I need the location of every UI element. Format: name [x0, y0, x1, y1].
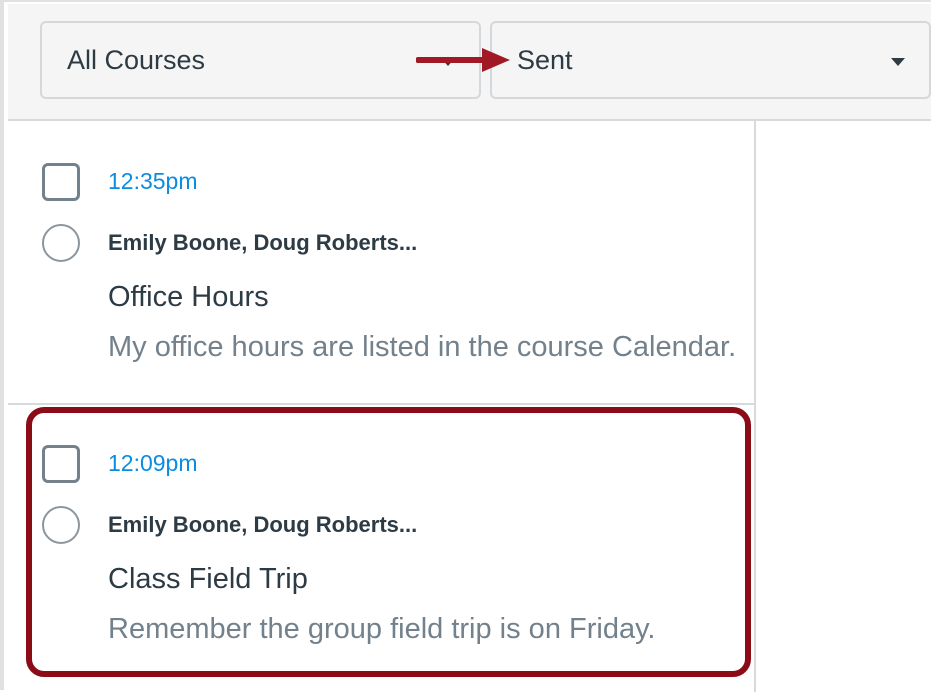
- select-message-checkbox[interactable]: [42, 445, 80, 483]
- message-item[interactable]: 12:35pm Emily Boone, Doug Roberts... Off…: [8, 121, 754, 403]
- message-subject: Office Hours: [108, 281, 269, 313]
- select-message-checkbox[interactable]: [42, 163, 80, 201]
- mailbox-filter-value: Sent: [517, 44, 573, 75]
- annotation-arrow-icon: [416, 48, 510, 72]
- read-status-toggle[interactable]: [42, 506, 80, 544]
- course-filter-value: All Courses: [67, 44, 206, 75]
- message-preview: Remember the group field trip is on Frid…: [108, 613, 656, 645]
- inbox-window: All Courses Sent 12:35pm Emily Boone, Do…: [0, 0, 931, 692]
- message-participants: Emily Boone, Doug Roberts...: [108, 230, 418, 255]
- mailbox-filter-select[interactable]: Sent: [490, 21, 931, 99]
- message-time[interactable]: 12:09pm: [108, 450, 198, 477]
- message-preview: My office hours are listed in the course…: [108, 331, 737, 363]
- message-time[interactable]: 12:35pm: [108, 168, 198, 195]
- message-subject: Class Field Trip: [108, 563, 308, 595]
- message-list: 12:35pm Emily Boone, Doug Roberts... Off…: [8, 121, 756, 692]
- message-participants: Emily Boone, Doug Roberts...: [108, 512, 418, 537]
- course-filter-select[interactable]: All Courses: [40, 21, 481, 99]
- read-status-toggle[interactable]: [42, 224, 80, 262]
- message-item[interactable]: 12:09pm Emily Boone, Doug Roberts... Cla…: [8, 403, 754, 685]
- chevron-down-icon: [891, 58, 905, 66]
